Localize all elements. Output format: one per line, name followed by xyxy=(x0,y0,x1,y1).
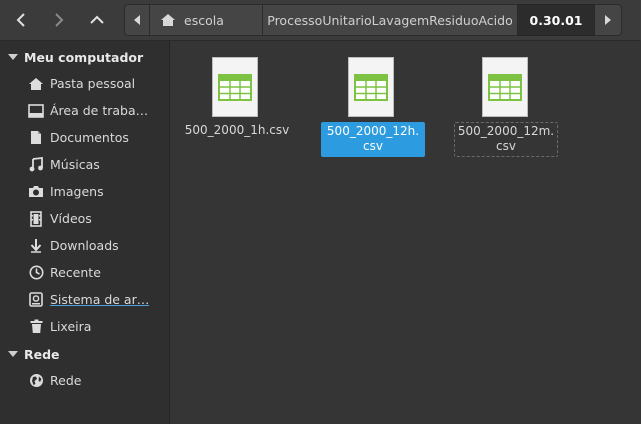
sidebar-item-label: Pasta pessoal xyxy=(50,76,136,91)
spreadsheet-icon xyxy=(212,57,258,117)
sidebar-item-label: Músicas xyxy=(50,157,100,172)
file-name: 500_2000_1h.csv xyxy=(184,123,290,137)
file-item-focused[interactable]: 500_2000_12m. csv xyxy=(454,57,560,167)
file-item[interactable]: 500_2000_1h.csv xyxy=(184,57,290,167)
sidebar-section-computer[interactable]: Meu computador xyxy=(0,44,169,70)
triangle-right-icon xyxy=(605,15,611,25)
caret-down-icon xyxy=(8,351,18,357)
path-current-button[interactable]: 0.30.01 xyxy=(518,4,594,36)
camera-icon xyxy=(27,183,45,201)
file-name-line1: 500_2000_12m. xyxy=(457,124,555,138)
file-view[interactable]: 500_2000_1h.csv 500_2000_12h. csv 500_20… xyxy=(170,41,641,424)
sidebar-item-label: Downloads xyxy=(50,238,119,253)
file-name: 500_2000_12m. csv xyxy=(454,122,558,157)
path-folder-label: ProcessoUnitarioLavagemResiduoAcido xyxy=(267,12,513,28)
music-icon xyxy=(27,156,45,174)
triangle-left-icon xyxy=(134,15,140,25)
file-name-line1: 500_2000_12h. xyxy=(326,124,420,138)
sidebar-item-label: Rede xyxy=(50,373,82,388)
sidebar-item-label: Vídeos xyxy=(50,211,92,226)
path-home-label: escola xyxy=(184,12,224,28)
path-folder-button[interactable]: ProcessoUnitarioLavagemResiduoAcido xyxy=(263,4,518,36)
forward-button[interactable] xyxy=(42,4,76,36)
download-icon xyxy=(27,237,45,255)
sidebar-item-desktop[interactable]: Área de traba… xyxy=(0,97,169,124)
clock-icon xyxy=(27,264,45,282)
caret-down-icon xyxy=(8,54,18,60)
path-home-button[interactable]: escola xyxy=(150,4,263,36)
home-icon xyxy=(27,75,45,93)
sidebar-item-label: Lixeira xyxy=(50,319,92,334)
back-button[interactable] xyxy=(4,4,38,36)
up-button[interactable] xyxy=(80,4,114,36)
breadcrumb: escola ProcessoUnitarioLavagemResiduoAci… xyxy=(124,4,624,36)
sidebar-item-videos[interactable]: Vídeos xyxy=(0,205,169,232)
sidebar-section-label: Meu computador xyxy=(24,49,144,65)
spreadsheet-icon xyxy=(482,57,528,117)
sidebar-item-label: Documentos xyxy=(50,130,129,145)
sidebar-section-network[interactable]: Rede xyxy=(0,341,169,367)
sidebar-item-label: Recente xyxy=(50,265,101,280)
chevron-up-icon xyxy=(90,15,104,24)
film-icon xyxy=(27,210,45,228)
chevron-left-icon xyxy=(16,13,25,27)
globe-icon xyxy=(27,372,45,390)
home-icon xyxy=(161,14,175,26)
sidebar-item-music[interactable]: Músicas xyxy=(0,151,169,178)
sidebar-item-recent[interactable]: Recente xyxy=(0,259,169,286)
path-current-label: 0.30.01 xyxy=(529,12,583,28)
sidebar-item-filesystem[interactable]: Sistema de ar… xyxy=(0,286,169,313)
sidebar-item-downloads[interactable]: Downloads xyxy=(0,232,169,259)
path-scroll-right-button[interactable] xyxy=(594,4,622,36)
toolbar: escola ProcessoUnitarioLavagemResiduoAci… xyxy=(0,0,641,41)
sidebar-item-label: Sistema de ar… xyxy=(50,292,150,307)
sidebar: Meu computador Pasta pessoal Área de tra… xyxy=(0,41,170,424)
sidebar-item-trash[interactable]: Lixeira xyxy=(0,313,169,340)
desktop-icon xyxy=(27,102,45,120)
path-scroll-left-button[interactable] xyxy=(124,4,150,36)
file-name-line2: csv xyxy=(496,139,516,153)
file-item-selected[interactable]: 500_2000_12h. csv xyxy=(320,57,426,167)
sidebar-item-network[interactable]: Rede xyxy=(0,367,169,394)
document-icon xyxy=(27,129,45,147)
file-name-line2: csv xyxy=(363,139,383,153)
spreadsheet-icon xyxy=(348,57,394,117)
sidebar-item-label: Imagens xyxy=(50,184,104,199)
sidebar-item-label: Área de traba… xyxy=(50,103,149,118)
sidebar-item-pictures[interactable]: Imagens xyxy=(0,178,169,205)
sidebar-item-home[interactable]: Pasta pessoal xyxy=(0,70,169,97)
file-name: 500_2000_12h. csv xyxy=(321,122,425,157)
drive-icon xyxy=(27,291,45,309)
chevron-right-icon xyxy=(55,13,64,27)
sidebar-section-label: Rede xyxy=(24,346,60,362)
trash-icon xyxy=(27,318,45,336)
sidebar-item-documents[interactable]: Documentos xyxy=(0,124,169,151)
